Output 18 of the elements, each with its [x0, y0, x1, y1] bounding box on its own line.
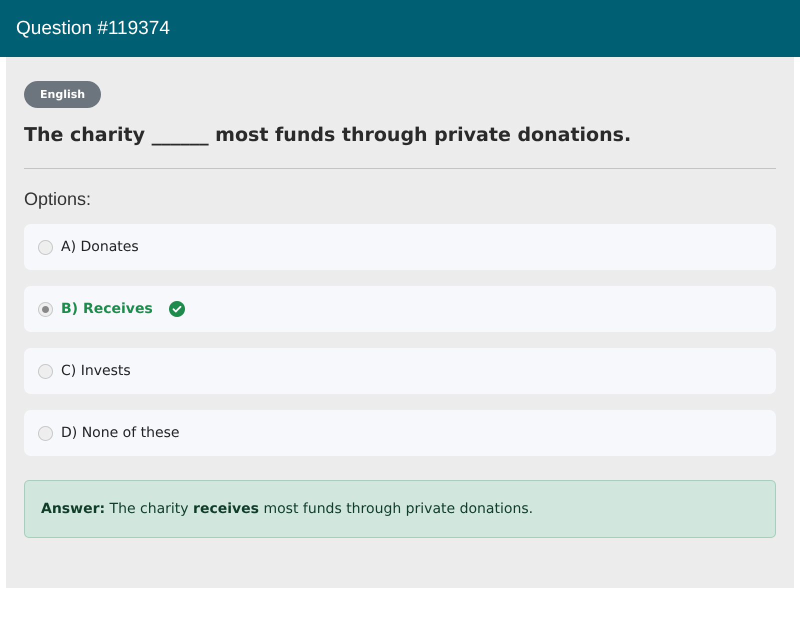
check-circle-icon [168, 301, 185, 317]
radio-button[interactable] [38, 240, 53, 254]
radio-button[interactable] [38, 426, 53, 440]
option-label: A) Donates [61, 239, 139, 255]
option-row[interactable]: A) Donates [24, 224, 776, 270]
option-row[interactable]: C) Invests [24, 348, 776, 394]
option-row[interactable]: B) Receives [24, 286, 776, 332]
options-heading: Options: [24, 189, 92, 210]
radio-button[interactable] [38, 364, 53, 378]
question-title: Question #119374 [16, 18, 170, 40]
language-badge: English [24, 81, 102, 108]
question-text: The charity ______ most funds through private donations. [24, 124, 776, 169]
option-row[interactable]: D) None of these [24, 410, 776, 456]
option-label: D) None of these [61, 425, 180, 441]
answer-text: Answer: The charity receives most funds through private donations. [24, 480, 776, 538]
option-label: B) Receives [61, 301, 153, 317]
option-label: C) Invests [61, 363, 131, 379]
radio-button[interactable] [38, 302, 53, 316]
